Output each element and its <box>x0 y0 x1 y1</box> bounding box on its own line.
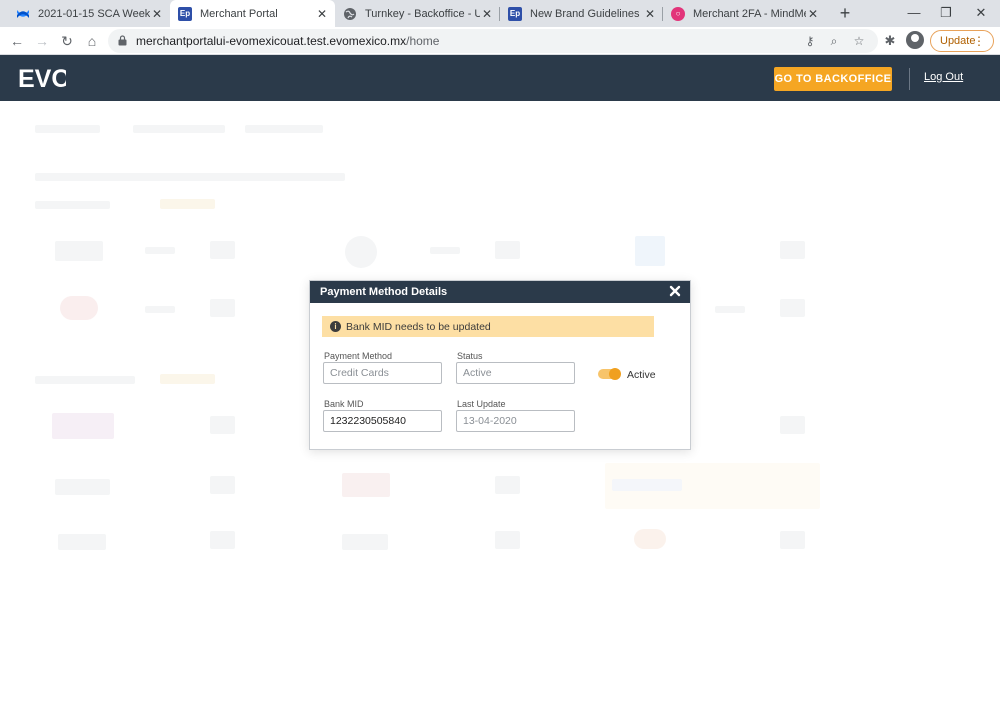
tab-title: Merchant Portal <box>200 7 278 20</box>
update-label: Update <box>940 35 976 47</box>
toggle-label: Active <box>627 369 656 381</box>
reload-icon[interactable]: ↻ <box>57 31 77 51</box>
last-update-label: Last Update <box>457 399 506 409</box>
back-arrow-icon[interactable]: ← <box>7 31 27 51</box>
tab-close-icon[interactable]: ✕ <box>315 7 329 21</box>
bank-mid-label: Bank MID <box>324 399 364 409</box>
globe-icon <box>343 7 357 21</box>
key-icon[interactable]: ⚷ <box>803 34 817 48</box>
bank-mid-alert: i Bank MID needs to be updated <box>322 316 654 337</box>
tab-title: 2021-01-15 SCA Weekly Me <box>38 7 150 20</box>
more-menu-icon: ⋮ <box>973 34 985 48</box>
mindmeister-icon: ○ <box>671 6 685 21</box>
payment-method-details-modal: Payment Method Details i Bank MID needs … <box>309 280 691 450</box>
url-host: merchantportalui-evomexicouat.test.evome… <box>136 34 407 48</box>
tab-close-icon[interactable]: ✕ <box>643 7 657 21</box>
browser-tab-bar: 2021-01-15 SCA Weekly Me ✕ Ep Merchant P… <box>0 0 1000 27</box>
info-icon: i <box>330 321 341 332</box>
tab-title: Turnkey - Backoffice - Ui <box>365 7 480 20</box>
window-close-icon[interactable]: ✕ <box>963 0 999 27</box>
minimize-icon[interactable]: — <box>896 0 932 27</box>
url-text: merchantportalui-evomexicouat.test.evome… <box>136 34 439 48</box>
browser-tab-turnkey[interactable]: Turnkey - Backoffice - Ui ✕ <box>335 0 500 27</box>
svg-text:EVO: EVO <box>18 65 66 93</box>
tab-close-icon[interactable]: ✕ <box>806 7 820 21</box>
browser-tab-sca-weekly[interactable]: 2021-01-15 SCA Weekly Me ✕ <box>8 0 170 27</box>
browser-tab-mindmeister[interactable]: ○ Merchant 2FA - MindMeiste ✕ <box>663 0 826 27</box>
tab-title: New Brand Guidelines <box>530 7 640 20</box>
tab-title: Merchant 2FA - MindMeiste <box>693 7 806 20</box>
status-field: Active <box>456 362 575 384</box>
evo-favicon-icon: Ep <box>178 6 192 21</box>
modal-header: Payment Method Details <box>310 281 690 303</box>
lock-icon <box>118 35 127 46</box>
new-tab-icon[interactable]: + <box>835 3 855 23</box>
go-to-backoffice-button[interactable]: GO TO BACKOFFICE <box>774 67 892 91</box>
zoom-icon[interactable]: ⌕ <box>827 34 841 48</box>
tab-close-icon[interactable]: ✕ <box>480 7 494 21</box>
url-path: /home <box>406 34 440 48</box>
restore-icon[interactable]: ❐ <box>928 0 964 27</box>
evo-favicon-icon: Ep <box>508 6 522 21</box>
active-toggle[interactable] <box>598 368 621 380</box>
confluence-icon <box>16 7 30 21</box>
browser-tab-brand-guidelines[interactable]: Ep New Brand Guidelines ✕ <box>500 0 663 27</box>
tab-close-icon[interactable]: ✕ <box>150 7 164 21</box>
status-label: Status <box>457 351 483 361</box>
home-icon[interactable]: ⌂ <box>82 31 102 51</box>
forward-arrow-icon[interactable]: → <box>32 31 52 51</box>
close-icon[interactable] <box>668 284 682 298</box>
browser-toolbar: ← → ↻ ⌂ merchantportalui-evomexicouat.te… <box>0 27 1000 55</box>
bank-mid-input[interactable] <box>323 410 442 432</box>
profile-avatar-icon[interactable] <box>906 31 924 49</box>
evo-logo: EVO <box>18 65 66 93</box>
payment-method-field: Credit Cards <box>323 362 442 384</box>
browser-tab-merchant-portal[interactable]: Ep Merchant Portal ✕ <box>170 0 335 27</box>
header-divider <box>909 68 910 90</box>
extensions-puzzle-icon[interactable]: ✱ <box>880 31 900 51</box>
bookmark-star-icon[interactable]: ☆ <box>852 34 866 48</box>
payment-method-label: Payment Method <box>324 351 393 361</box>
update-button[interactable]: Update ⋮ <box>930 30 994 52</box>
modal-title: Payment Method Details <box>320 286 448 298</box>
toggle-knob <box>609 368 621 380</box>
last-update-field: 13-04-2020 <box>456 410 575 432</box>
alert-message: Bank MID needs to be updated <box>346 321 491 333</box>
logout-link[interactable]: Log Out <box>924 71 963 83</box>
app-header: EVO GO TO BACKOFFICE Log Out <box>0 55 1000 101</box>
address-bar[interactable]: merchantportalui-evomexicouat.test.evome… <box>108 29 878 53</box>
